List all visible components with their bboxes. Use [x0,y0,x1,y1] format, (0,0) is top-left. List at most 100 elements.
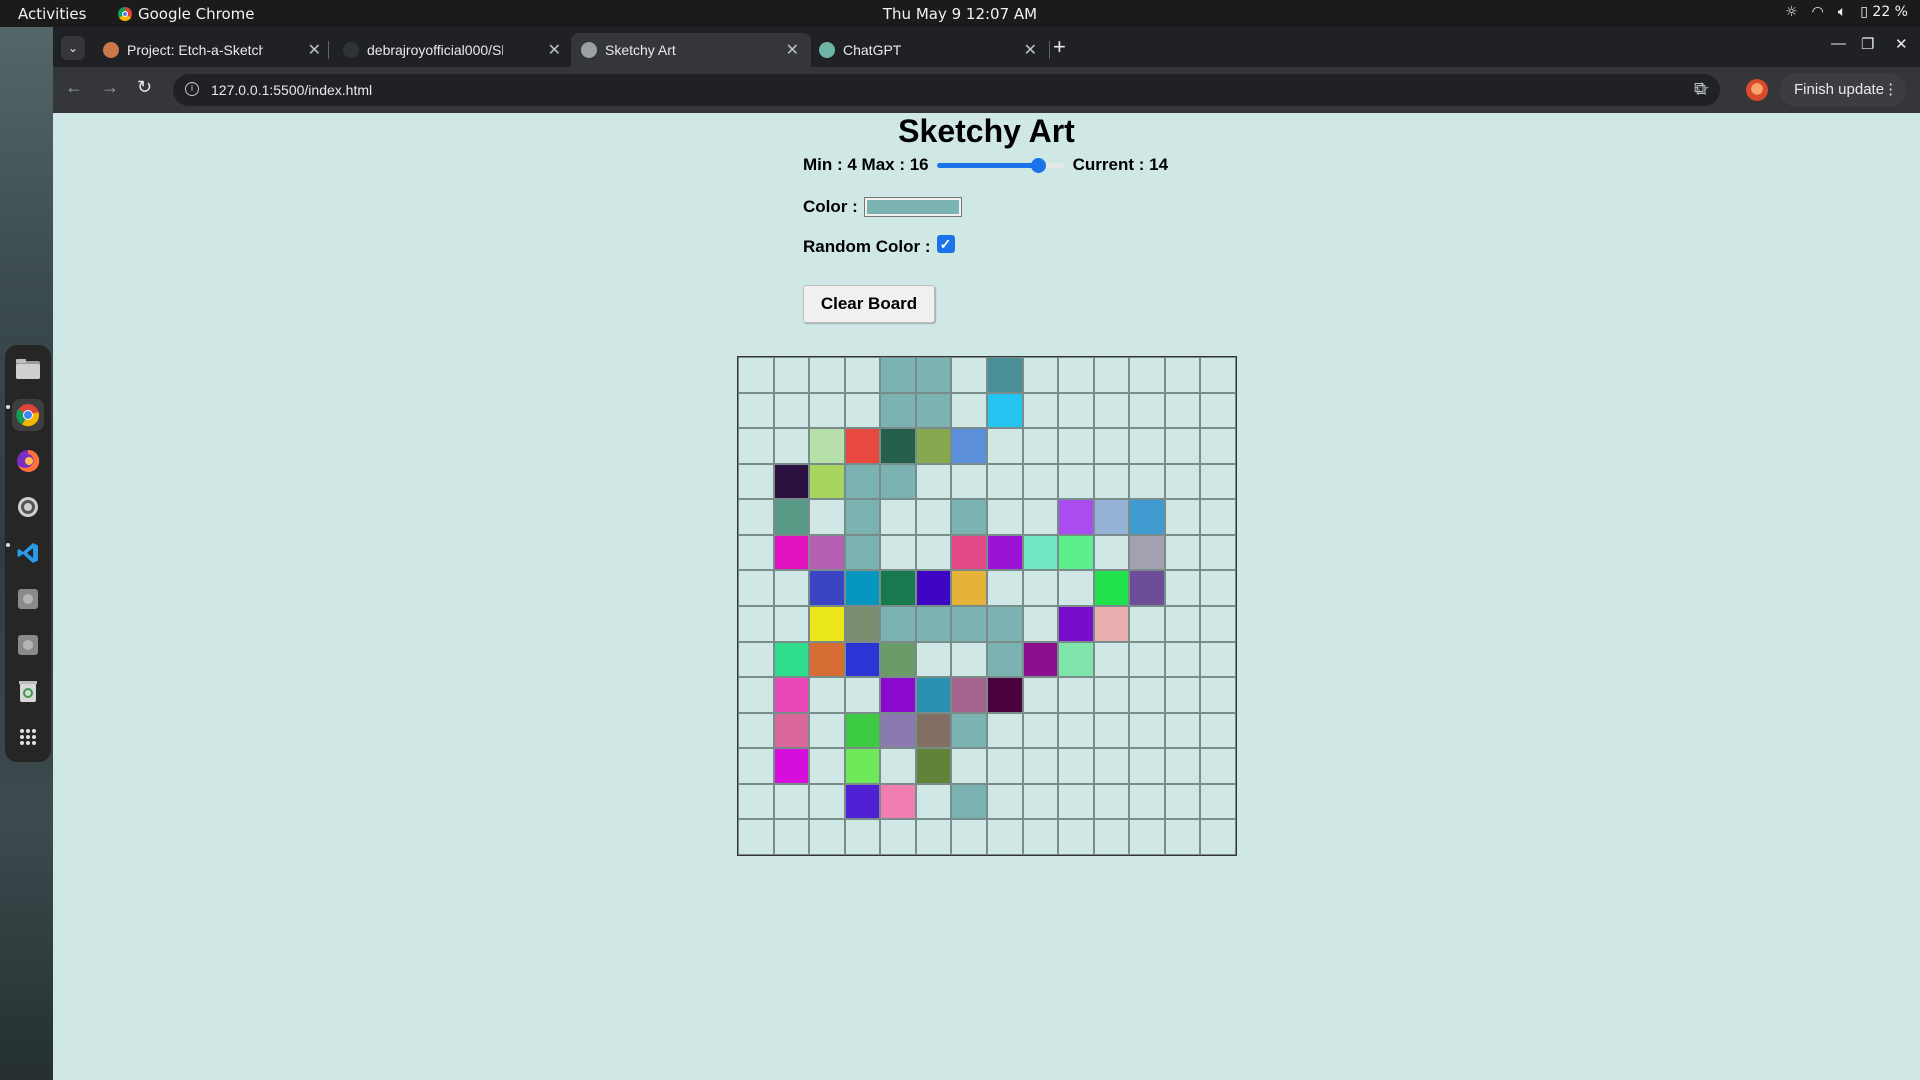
grid-cell[interactable] [1093,570,1130,606]
close-icon[interactable]: ✕ [1024,40,1037,60]
grid-cell[interactable] [880,392,916,429]
grid-cell[interactable] [1093,606,1130,642]
grid-cell[interactable] [1129,463,1165,500]
tab-search-button[interactable]: ⌄ [61,36,85,60]
grid-cell[interactable] [844,748,881,784]
grid-cell[interactable] [1058,641,1094,678]
grid-cell[interactable] [1058,499,1094,535]
disk-icon[interactable] [12,583,44,615]
grid-cell[interactable] [1093,677,1130,713]
grid-cell[interactable] [773,748,810,784]
grid-cell[interactable] [915,428,952,464]
reload-button[interactable]: ↻ [137,77,152,98]
grid-cell[interactable] [987,534,1023,571]
grid-cell[interactable] [809,641,845,678]
grid-cell[interactable] [987,499,1023,535]
grid-cell[interactable] [809,428,845,464]
grid-cell[interactable] [1022,783,1059,820]
grid-cell[interactable] [773,819,810,855]
grid-cell[interactable] [1093,783,1130,820]
grid-cell[interactable] [1200,357,1236,393]
site-info-icon[interactable]: i [185,82,199,96]
grid-cell[interactable] [1200,819,1236,855]
grid-cell[interactable] [1058,606,1094,642]
grid-cell[interactable] [915,712,952,749]
grid-cell[interactable] [738,748,774,784]
grid-cell[interactable] [1129,499,1165,535]
grid-cell[interactable] [809,357,845,393]
grid-cell[interactable] [844,428,881,464]
disk-icon[interactable] [12,629,44,661]
minimize-button[interactable]: — [1831,35,1846,52]
grid-cell[interactable] [1129,392,1165,429]
grid-cell[interactable] [987,783,1023,820]
grid-cell[interactable] [1129,677,1165,713]
grid-cell[interactable] [1093,428,1130,464]
grid-cell[interactable] [1200,534,1236,571]
grid-cell[interactable] [1200,712,1236,749]
grid-cell[interactable] [1164,392,1201,429]
grid-cell[interactable] [1058,570,1094,606]
grid-cell[interactable] [987,463,1023,500]
grid-cell[interactable] [1129,712,1165,749]
grid-cell[interactable] [1164,819,1201,855]
activities-button[interactable]: Activities [18,5,86,23]
extensions-puzzle-icon[interactable]: ⧉ [1694,79,1706,99]
grid-cell[interactable] [880,677,916,713]
grid-cell[interactable] [987,606,1023,642]
grid-cell[interactable] [809,570,845,606]
grid-cell[interactable] [738,499,774,535]
grid-cell[interactable] [951,499,987,535]
grid-cell[interactable] [738,712,774,749]
grid-cell[interactable] [987,392,1023,429]
grid-cell[interactable] [738,534,774,571]
grid-cell[interactable] [1022,641,1059,678]
settings-icon[interactable] [12,491,44,523]
forward-button[interactable]: → [101,77,119,98]
grid-cell[interactable] [738,392,774,429]
grid-cell[interactable] [987,641,1023,678]
grid-cell[interactable] [1164,783,1201,820]
grid-cell[interactable] [1058,357,1094,393]
grid-cell[interactable] [773,463,810,500]
grid-cell[interactable] [738,606,774,642]
grid-cell[interactable] [951,819,987,855]
grid-cell[interactable] [1022,357,1059,393]
grid-cell[interactable] [773,499,810,535]
grid-cell[interactable] [987,819,1023,855]
grid-cell[interactable] [915,534,952,571]
grid-cell[interactable] [880,748,916,784]
grid-cell[interactable] [773,392,810,429]
grid-cell[interactable] [915,463,952,500]
maximize-button[interactable]: ❐ [1861,35,1874,53]
grid-cell[interactable] [844,641,881,678]
grid-cell[interactable] [809,606,845,642]
close-icon[interactable]: ✕ [548,40,561,60]
grid-cell[interactable] [809,463,845,500]
grid-cell[interactable] [987,748,1023,784]
grid-cell[interactable] [951,712,987,749]
grid-cell[interactable] [880,570,916,606]
grid-cell[interactable] [915,392,952,429]
grid-cell[interactable] [773,357,810,393]
grid-cell[interactable] [1058,783,1094,820]
grid-cell[interactable] [1200,748,1236,784]
tab-sketchy-art[interactable]: Sketchy Art ✕ [571,33,811,67]
grid-cell[interactable] [844,499,881,535]
grid-cell[interactable] [880,783,916,820]
grid-cell[interactable] [844,534,881,571]
grid-cell[interactable] [773,428,810,464]
grid-cell[interactable] [987,428,1023,464]
grid-cell[interactable] [951,641,987,678]
grid-cell[interactable] [1022,748,1059,784]
grid-cell[interactable] [809,677,845,713]
grid-cell[interactable] [773,783,810,820]
grid-cell[interactable] [809,499,845,535]
grid-cell[interactable] [1058,463,1094,500]
close-icon[interactable]: ✕ [786,40,799,60]
grid-cell[interactable] [951,606,987,642]
grid-cell[interactable] [1058,748,1094,784]
grid-cell[interactable] [880,534,916,571]
grid-cell[interactable] [951,748,987,784]
color-picker-input[interactable] [863,197,962,217]
